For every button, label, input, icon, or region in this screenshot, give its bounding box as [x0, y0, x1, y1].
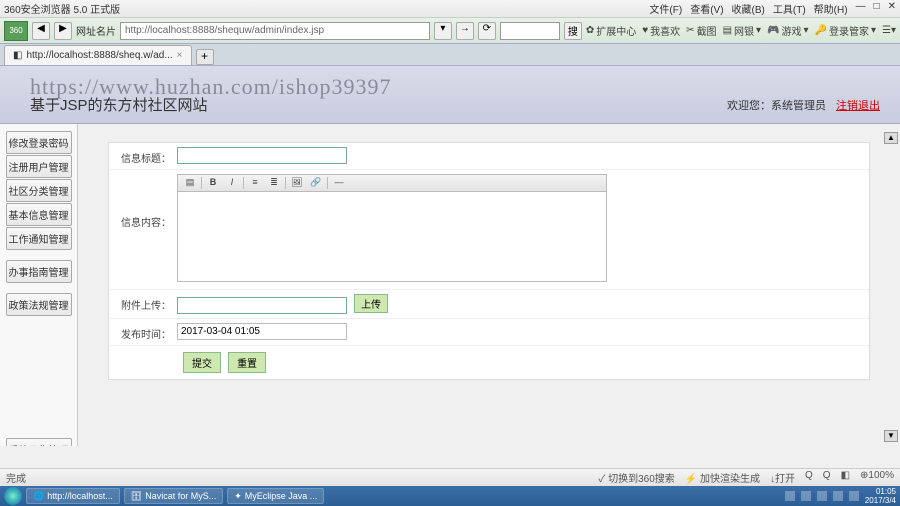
rte-link-icon[interactable]: 🔗: [308, 176, 324, 190]
menu-fav[interactable]: 收藏(B): [732, 1, 765, 16]
upload-button[interactable]: 上传: [354, 294, 388, 313]
content-textarea[interactable]: [177, 192, 607, 282]
rte-ol-icon[interactable]: ≡: [247, 176, 263, 190]
menu-view[interactable]: 查看(V): [690, 1, 723, 16]
taskbar-app-myeclipse[interactable]: ✦MyEclipse Java ...: [227, 488, 324, 504]
rte-image-icon[interactable]: 🖼: [289, 176, 305, 190]
sidebar-item-notice[interactable]: 工作通知管理: [6, 227, 72, 250]
sidebar-item-category[interactable]: 社区分类管理: [6, 179, 72, 202]
status-text: 完成: [6, 470, 26, 485]
sidebar-item-basicinfo[interactable]: 基本信息管理: [6, 203, 72, 226]
rte-italic-icon[interactable]: I: [224, 176, 240, 190]
taskbar-app-navicat[interactable]: 🗄Navicat for MyS...: [124, 488, 223, 504]
rte-ul-icon[interactable]: ≣: [266, 176, 282, 190]
status-zoom[interactable]: ⊕100%: [860, 470, 894, 485]
browser-tab[interactable]: ◧ http://localhost:8888/sheq.w/ad... ×: [4, 45, 192, 65]
date-label: 发布时间：: [117, 323, 177, 341]
browser-logo: 360: [4, 21, 28, 41]
title-label: 信息标题：: [117, 147, 177, 165]
tray-icon[interactable]: [817, 491, 827, 501]
page-title: 基于JSP的东方村社区网站: [30, 94, 208, 115]
tray-icon[interactable]: [849, 491, 859, 501]
welcome-text: 欢迎您：系统管理员: [727, 97, 826, 113]
login-mgr[interactable]: 🔑登录管家▾: [815, 23, 876, 38]
tab-favicon: ◧: [13, 50, 22, 61]
sidebar: 修改登录密码 注册用户管理 社区分类管理 基本信息管理 工作通知管理 办事指南管…: [0, 124, 78, 446]
status-download[interactable]: ↓打开: [770, 470, 795, 485]
upload-label: 附件上传：: [117, 294, 177, 312]
menu-tools[interactable]: 工具(T): [773, 1, 806, 16]
title-input[interactable]: [177, 147, 347, 164]
search-input[interactable]: [500, 22, 560, 40]
upload-input[interactable]: [177, 297, 347, 314]
nav-dropdown[interactable]: ▾: [434, 22, 452, 40]
ext-center[interactable]: ✿扩展中心: [586, 23, 636, 38]
window-close[interactable]: ✕: [888, 1, 896, 16]
status-ico1[interactable]: Q: [805, 470, 813, 485]
window-title: 360安全浏览器 5.0 正式版: [4, 1, 120, 16]
form-card: 信息标题： 信息内容： ▤ B I ≡: [108, 142, 870, 380]
address-bar[interactable]: [120, 22, 430, 40]
new-tab-button[interactable]: +: [196, 49, 214, 65]
status-search[interactable]: ✓ 切换到360搜索: [598, 470, 674, 485]
submit-button[interactable]: 提交: [183, 352, 221, 373]
content-label: 信息内容：: [117, 174, 177, 229]
status-ico2[interactable]: Q: [823, 470, 831, 485]
tray-icon[interactable]: [785, 491, 795, 501]
taskbar-app-browser[interactable]: 🌐http://localhost...: [26, 488, 120, 504]
rte-bold-icon[interactable]: B: [205, 176, 221, 190]
sidebar-item-announce[interactable]: 系统公告管理: [6, 438, 72, 446]
url-label: 网址名片: [76, 23, 116, 38]
sidebar-item-policy[interactable]: 政策法规管理: [6, 293, 72, 316]
menu-file[interactable]: 文件(F): [649, 1, 682, 16]
status-ico3[interactable]: ◧: [841, 470, 850, 485]
sidebar-item-users[interactable]: 注册用户管理: [6, 155, 72, 178]
tray-icon[interactable]: [833, 491, 843, 501]
sidebar-item-guide[interactable]: 办事指南管理: [6, 260, 72, 283]
date-input[interactable]: [177, 323, 347, 340]
rte-hr-icon[interactable]: —: [331, 176, 347, 190]
start-button[interactable]: [4, 487, 22, 505]
tab-close[interactable]: ×: [177, 50, 183, 61]
bank-btn[interactable]: ▤网银▾: [723, 23, 761, 38]
screenshot-btn[interactable]: ✂截图: [686, 23, 716, 38]
nav-forward[interactable]: ▶: [54, 22, 72, 40]
window-maximize[interactable]: □: [874, 1, 880, 16]
scroll-down[interactable]: ▼: [884, 430, 898, 442]
rte-source-icon[interactable]: ▤: [182, 176, 198, 190]
tray-icon[interactable]: [801, 491, 811, 501]
toolbar-more[interactable]: ☰▾: [882, 23, 896, 38]
sidebar-item-password[interactable]: 修改登录密码: [6, 131, 72, 154]
window-minimize[interactable]: —: [856, 1, 866, 16]
like-btn[interactable]: ♥我喜欢: [642, 23, 680, 38]
reset-button[interactable]: 重置: [228, 352, 266, 373]
game-btn[interactable]: 🎮游戏▾: [767, 23, 808, 38]
nav-refresh[interactable]: ⟳: [478, 22, 496, 40]
nav-back[interactable]: ◀: [32, 22, 50, 40]
logout-link[interactable]: 注销退出: [836, 97, 880, 113]
menu-help[interactable]: 帮助(H): [814, 1, 848, 16]
rte-toolbar: ▤ B I ≡ ≣ 🖼 🔗 —: [177, 174, 607, 192]
system-clock[interactable]: 01:05 2017/3/4: [865, 487, 896, 505]
search-button[interactable]: 搜: [564, 22, 582, 40]
tab-title: http://localhost:8888/sheq.w/ad...: [26, 50, 172, 61]
nav-go[interactable]: →: [456, 22, 474, 40]
scroll-up[interactable]: ▲: [884, 132, 898, 144]
menu-bar: 文件(F) 查看(V) 收藏(B) 工具(T) 帮助(H) — □ ✕: [649, 1, 896, 16]
status-render[interactable]: ⚡ 加快渲染生成: [685, 470, 760, 485]
